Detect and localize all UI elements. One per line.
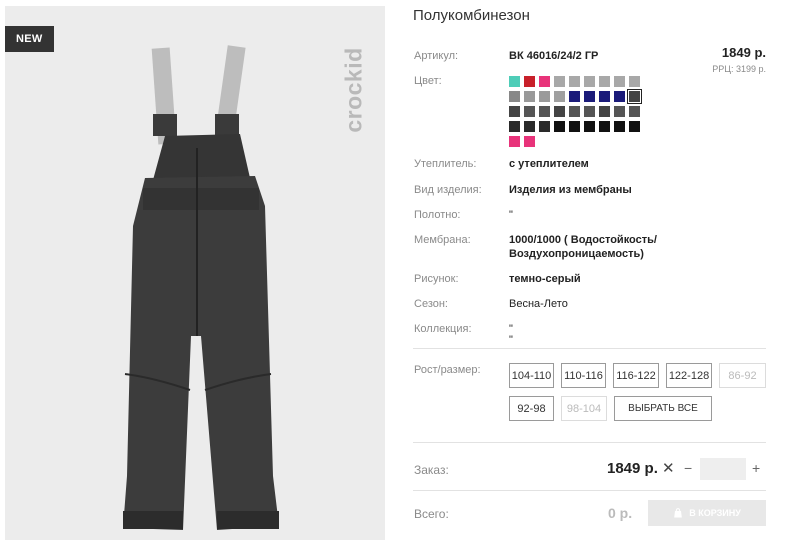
size-92-98-button[interactable]: 92-98 [509, 396, 554, 421]
color-swatch[interactable] [584, 76, 595, 87]
color-swatch[interactable] [614, 106, 625, 117]
size-104-110-button[interactable]: 104-110 [509, 363, 554, 388]
size-label: Рост/размер: [414, 364, 481, 376]
article-label: Артикул: [414, 50, 459, 62]
select-all-button[interactable]: ВЫБРАТЬ ВСЕ [614, 396, 712, 421]
total-value: 0 р. [608, 505, 633, 521]
size-122-128-button[interactable]: 122-128 [666, 363, 712, 388]
color-swatch[interactable] [584, 106, 595, 117]
size-116-122-button[interactable]: 116-122 [613, 363, 659, 388]
product-title: Полукомбинезон [413, 7, 530, 24]
size-110-116-button[interactable]: 110-116 [561, 363, 606, 388]
season-label: Сезон: [414, 298, 448, 310]
pattern-label: Рисунок: [414, 273, 459, 285]
membrane-label: Мембрана: [414, 234, 471, 246]
color-swatch[interactable] [539, 121, 550, 132]
color-swatch[interactable] [614, 121, 625, 132]
color-swatch[interactable] [599, 106, 610, 117]
color-swatch[interactable] [554, 91, 565, 102]
insulation-label: Утеплитель: [414, 158, 477, 170]
color-swatch[interactable] [554, 121, 565, 132]
color-swatch[interactable] [524, 121, 535, 132]
pattern-value: темно-серый [509, 273, 581, 285]
color-swatch[interactable] [524, 136, 535, 147]
color-swatch[interactable] [509, 121, 520, 132]
color-swatch[interactable] [554, 76, 565, 87]
add-to-cart-button[interactable]: В КОРЗИНУ [648, 500, 766, 526]
divider [413, 490, 766, 491]
recommended-price: РРЦ: 3199 р. [712, 64, 766, 74]
size-86-92-button[interactable]: 86-92 [719, 363, 766, 388]
color-swatch[interactable] [629, 76, 640, 87]
order-price: 1849 р. [607, 460, 658, 477]
divider [413, 442, 766, 443]
season-value: Весна-Лето [509, 298, 568, 310]
color-swatch[interactable] [627, 89, 642, 104]
color-label: Цвет: [414, 75, 442, 87]
color-swatch[interactable] [614, 91, 625, 102]
color-swatch[interactable] [509, 91, 520, 102]
fabric-value: " [509, 209, 513, 221]
color-swatch[interactable] [554, 106, 565, 117]
collection-value-line2: " [509, 334, 513, 346]
color-swatch[interactable] [524, 91, 535, 102]
color-swatch[interactable] [539, 76, 550, 87]
add-to-cart-label: В КОРЗИНУ [689, 508, 741, 518]
color-swatch[interactable] [509, 106, 520, 117]
color-swatch[interactable] [629, 106, 640, 117]
product-price: 1849 р. [721, 45, 766, 60]
quantity-input[interactable] [700, 458, 746, 480]
membrane-value-line1: 1000/1000 ( Водостойкость/ [509, 234, 657, 246]
color-swatch[interactable] [629, 121, 640, 132]
color-swatch[interactable] [584, 121, 595, 132]
insulation-value: с утеплителем [509, 158, 589, 170]
color-swatch[interactable] [569, 121, 580, 132]
color-swatch[interactable] [614, 76, 625, 87]
color-swatch[interactable] [599, 76, 610, 87]
color-swatch[interactable] [539, 91, 550, 102]
color-swatch[interactable] [509, 76, 520, 87]
plus-icon[interactable]: + [752, 460, 760, 476]
divider [413, 348, 766, 349]
total-label: Всего: [414, 507, 449, 521]
size-98-104-button[interactable]: 98-104 [561, 396, 607, 421]
color-swatch[interactable] [584, 91, 595, 102]
product-image[interactable]: NEW crockid [5, 6, 385, 540]
minus-icon[interactable]: − [684, 460, 692, 476]
type-value: Изделия из мембраны [509, 184, 632, 196]
times-icon: ✕ [662, 460, 675, 477]
fabric-label: Полотно: [414, 209, 461, 221]
color-swatch[interactable] [599, 91, 610, 102]
article-value: ВК 46016/24/2 ГР [509, 50, 599, 62]
color-swatch[interactable] [569, 91, 580, 102]
order-label: Заказ: [414, 463, 449, 477]
color-swatch[interactable] [524, 106, 535, 117]
collection-label: Коллекция: [414, 323, 472, 335]
type-label: Вид изделия: [414, 184, 482, 196]
pants-illustration [123, 45, 279, 530]
color-swatch[interactable] [524, 76, 535, 87]
color-swatches [509, 76, 649, 147]
color-swatch[interactable] [599, 121, 610, 132]
bag-icon [674, 508, 683, 518]
color-swatch[interactable] [539, 106, 550, 117]
membrane-value-line2: Воздухопроницаемость) [509, 248, 644, 260]
color-swatch[interactable] [569, 106, 580, 117]
color-swatch[interactable] [509, 136, 520, 147]
color-swatch[interactable] [569, 76, 580, 87]
